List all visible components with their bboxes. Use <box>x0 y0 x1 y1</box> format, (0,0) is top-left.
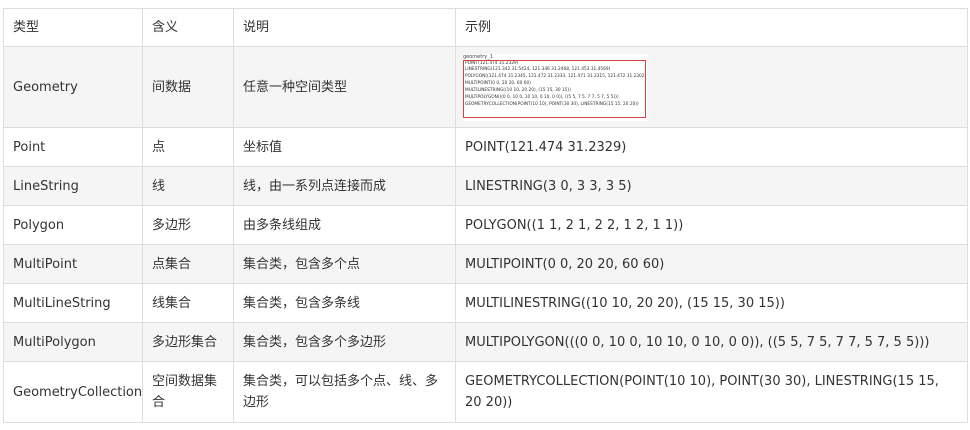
description-cell: 集合类，包含多条线 <box>233 283 456 323</box>
example-cell: MULTIPOLYGON(((0 0, 10 0, 10 10, 0 10, 0… <box>455 322 968 362</box>
meaning-cell: 点集合 <box>142 244 234 284</box>
table-row: MultiPoint 点集合 集合类，包含多个点 MULTIPOINT(0 0,… <box>3 244 968 284</box>
header-meaning: 含义 <box>142 8 234 47</box>
meaning-cell: 多边形 <box>142 205 234 245</box>
example-cell: MULTILINESTRING((10 10, 20 20), (15 15, … <box>455 283 968 323</box>
example-image-result-box: POINT(121.474 31.2329) LINESTRING(121.34… <box>463 59 646 118</box>
type-cell: MultiPolygon <box>3 322 143 362</box>
type-cell: Geometry <box>3 46 143 128</box>
example-image-line: MULTILINESTRING((10 10, 20 20), (15 15, … <box>465 88 571 94</box>
meaning-cell: 点 <box>142 127 234 167</box>
type-cell: GeometryCollection <box>3 361 143 423</box>
description-cell: 坐标值 <box>233 127 456 167</box>
example-cell: MULTIPOINT(0 0, 20 20, 60 60) <box>455 244 968 284</box>
geometry-types-table: 类型 含义 说明 示例 Geometry 间数据 任意一种空间类型 geomet… <box>3 8 968 423</box>
example-image-line: GEOMETRYCOLLECTION(POINT(10 10), POINT(3… <box>465 101 639 107</box>
table-row: Point 点 坐标值 POINT(121.474 31.2329) <box>3 127 968 167</box>
meaning-cell: 空间数据集合 <box>142 361 234 423</box>
type-cell: MultiPoint <box>3 244 143 284</box>
description-cell: 集合类，可以包括多个点、线、多边形 <box>233 361 456 423</box>
header-description: 说明 <box>233 8 456 47</box>
meaning-cell: 间数据 <box>142 46 234 128</box>
type-cell: MultiLineString <box>3 283 143 323</box>
table-row: Polygon 多边形 由多条线组成 POLYGON((1 1, 2 1, 2 … <box>3 205 968 245</box>
description-cell: 任意一种空间类型 <box>233 46 456 128</box>
example-cell: POLYGON((1 1, 2 1, 2 2, 1 2, 1 1)) <box>455 205 968 245</box>
description-cell: 线，由一系列点连接而成 <box>233 166 456 206</box>
example-cell: LINESTRING(3 0, 3 3, 3 5) <box>455 166 968 206</box>
table-row: LineString 线 线，由一系列点连接而成 LINESTRING(3 0,… <box>3 166 968 206</box>
table-row: MultiLineString 线集合 集合类，包含多条线 MULTILINES… <box>3 283 968 323</box>
example-image-line: MULTIPOLYGON(((0 0, 10 0, 10 10, 0 10, 0… <box>465 95 619 101</box>
table-row: Geometry 间数据 任意一种空间类型 geometry_1 POINT(1… <box>3 46 968 128</box>
header-row: 类型 含义 说明 示例 <box>3 8 968 47</box>
meaning-cell: 线 <box>142 166 234 206</box>
description-cell: 由多条线组成 <box>233 205 456 245</box>
meaning-cell: 多边形集合 <box>142 322 234 362</box>
type-cell: LineString <box>3 166 143 206</box>
example-cell: geometry_1 POINT(121.474 31.2329) LINEST… <box>455 46 968 128</box>
example-cell: POINT(121.474 31.2329) <box>455 127 968 167</box>
type-cell: Point <box>3 127 143 167</box>
header-type: 类型 <box>3 8 143 47</box>
description-cell: 集合类，包含多个点 <box>233 244 456 284</box>
table-row: GeometryCollection 空间数据集合 集合类，可以包括多个点、线、… <box>3 361 968 423</box>
example-screenshot-image: geometry_1 POINT(121.474 31.2329) LINEST… <box>463 53 647 121</box>
meaning-cell: 线集合 <box>142 283 234 323</box>
example-cell: GEOMETRYCOLLECTION(POINT(10 10), POINT(3… <box>455 361 968 423</box>
table-row: MultiPolygon 多边形集合 集合类，包含多个多边形 MULTIPOLY… <box>3 322 968 362</box>
type-cell: Polygon <box>3 205 143 245</box>
description-cell: 集合类，包含多个多边形 <box>233 322 456 362</box>
header-example: 示例 <box>455 8 968 47</box>
